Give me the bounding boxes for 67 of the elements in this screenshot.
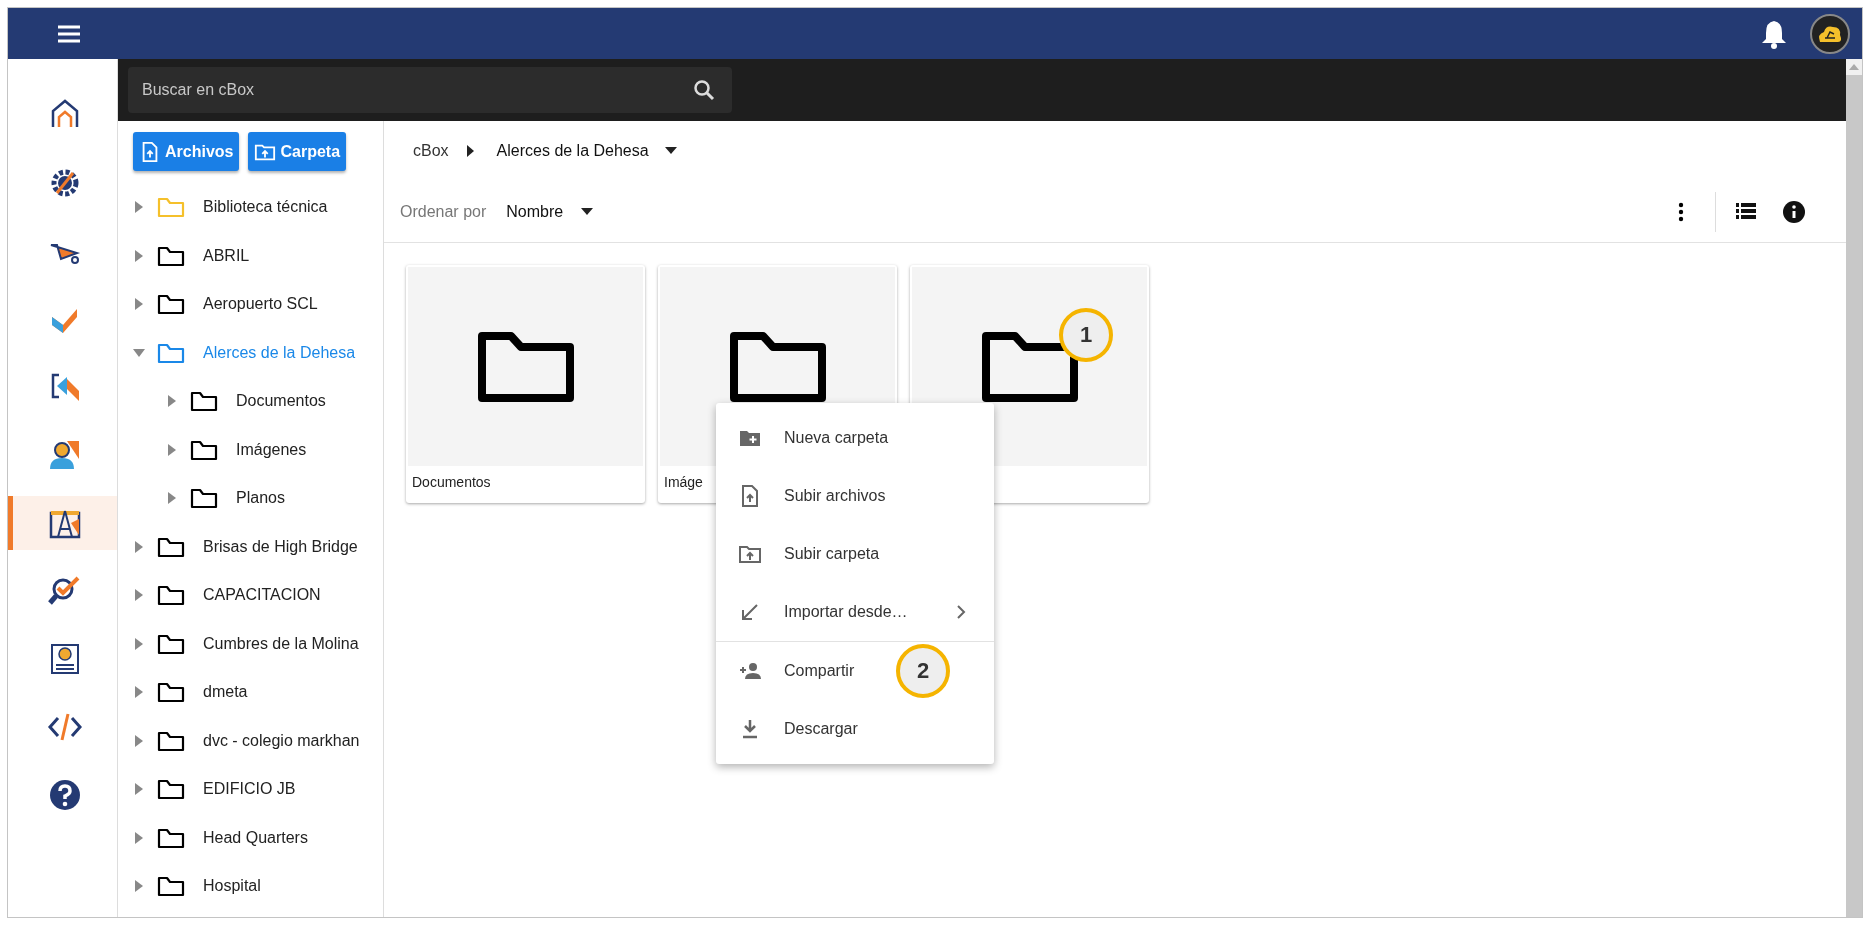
menu-item-label: Subir archivos <box>784 487 886 505</box>
search-field[interactable]: Buscar en cBox <box>128 67 732 113</box>
folder-name[interactable]: CAPACITACION <box>203 586 321 605</box>
expand-arrow-icon[interactable] <box>166 395 178 408</box>
expand-arrow-icon[interactable] <box>133 201 145 214</box>
folder-name[interactable]: Aeropuerto SCL <box>203 295 318 314</box>
expand-arrow-icon[interactable] <box>133 540 145 553</box>
folder-name[interactable]: Biblioteca técnica <box>203 198 328 217</box>
folder-icon <box>728 330 827 403</box>
nav-item[interactable] <box>8 496 117 550</box>
sort-dropdown[interactable]: Nombre <box>506 202 594 221</box>
chevron-icon <box>464 145 475 157</box>
folder-name: Documentos <box>412 474 491 490</box>
folder-icon <box>476 330 575 403</box>
expand-arrow-icon[interactable] <box>166 492 178 505</box>
bell-icon[interactable] <box>1760 18 1788 49</box>
menu-item-label: Subir carpeta <box>784 545 880 563</box>
help-icon <box>47 777 83 813</box>
folder-name[interactable]: Documentos <box>236 392 326 411</box>
menu-item[interactable]: Importar desde… <box>716 583 994 641</box>
folder-name[interactable]: dvc - colegio markhan <box>203 731 360 750</box>
info-icon[interactable] <box>1782 199 1806 224</box>
upload-button[interactable]: Archivos <box>133 132 240 171</box>
expand-arrow-icon[interactable] <box>133 589 145 602</box>
expand-arrow-icon[interactable] <box>133 637 145 650</box>
expand-arrow-icon[interactable] <box>133 249 145 262</box>
folder-name[interactable]: Hospital <box>203 877 261 896</box>
folder-name[interactable]: dmeta <box>203 683 248 702</box>
folder-name[interactable]: Brisas de High Bridge <box>203 537 358 556</box>
sort-label: Ordenar por <box>400 202 487 221</box>
menu-item[interactable]: Descargar <box>716 700 994 758</box>
folder-name: Imáge <box>664 474 703 490</box>
upload-button[interactable]: Carpeta <box>248 132 347 171</box>
caret-icon <box>581 207 594 216</box>
folder-name[interactable]: Planos <box>236 489 285 508</box>
menu-item-label: Compartir <box>784 662 855 680</box>
expand-arrow-icon[interactable] <box>133 346 145 359</box>
expand-arrow-icon[interactable] <box>133 880 145 893</box>
folder-name[interactable]: Cumbres de la Molina <box>203 634 359 653</box>
scroll-up-arrow-icon[interactable] <box>1849 64 1859 70</box>
expand-arrow-icon[interactable] <box>133 831 145 844</box>
folder-card[interactable]: Documentos <box>406 265 645 503</box>
folder-name[interactable]: Imágenes <box>236 440 307 459</box>
menu-item-label: Nueva carpeta <box>784 429 889 447</box>
chevron-right-icon <box>956 605 966 619</box>
expand-arrow-icon[interactable] <box>133 783 145 796</box>
folder-name[interactable]: EDIFICIO JB <box>203 780 296 799</box>
folder-name[interactable]: Head Quarters <box>203 828 308 847</box>
breadcrumb-link[interactable]: cBox <box>413 142 449 160</box>
expand-arrow-icon[interactable] <box>133 298 145 311</box>
search-icon[interactable] <box>692 78 716 102</box>
expand-arrow-icon[interactable] <box>133 686 145 699</box>
folder-name[interactable]: ABRIL <box>203 246 250 265</box>
folder-icon <box>980 330 1079 403</box>
menu-item[interactable]: Subir carpeta <box>716 525 994 583</box>
menu-item-label: Importar desde… <box>784 603 908 621</box>
caret-icon <box>664 147 677 155</box>
expand-arrow-icon[interactable] <box>133 734 145 747</box>
step-marker: 2 <box>896 644 950 698</box>
menu-icon[interactable] <box>58 24 80 43</box>
menu-item-label: Descargar <box>784 720 858 738</box>
current-folder-dropdown[interactable]: Alerces de la Dehesa <box>496 142 677 160</box>
folder-name[interactable]: Alerces de la Dehesa <box>203 343 356 362</box>
scrollbar[interactable] <box>1846 59 1862 917</box>
expand-arrow-icon[interactable] <box>166 443 178 456</box>
menu-item[interactable]: Compartir 2 <box>716 641 994 700</box>
user-avatar[interactable] <box>1810 13 1850 54</box>
